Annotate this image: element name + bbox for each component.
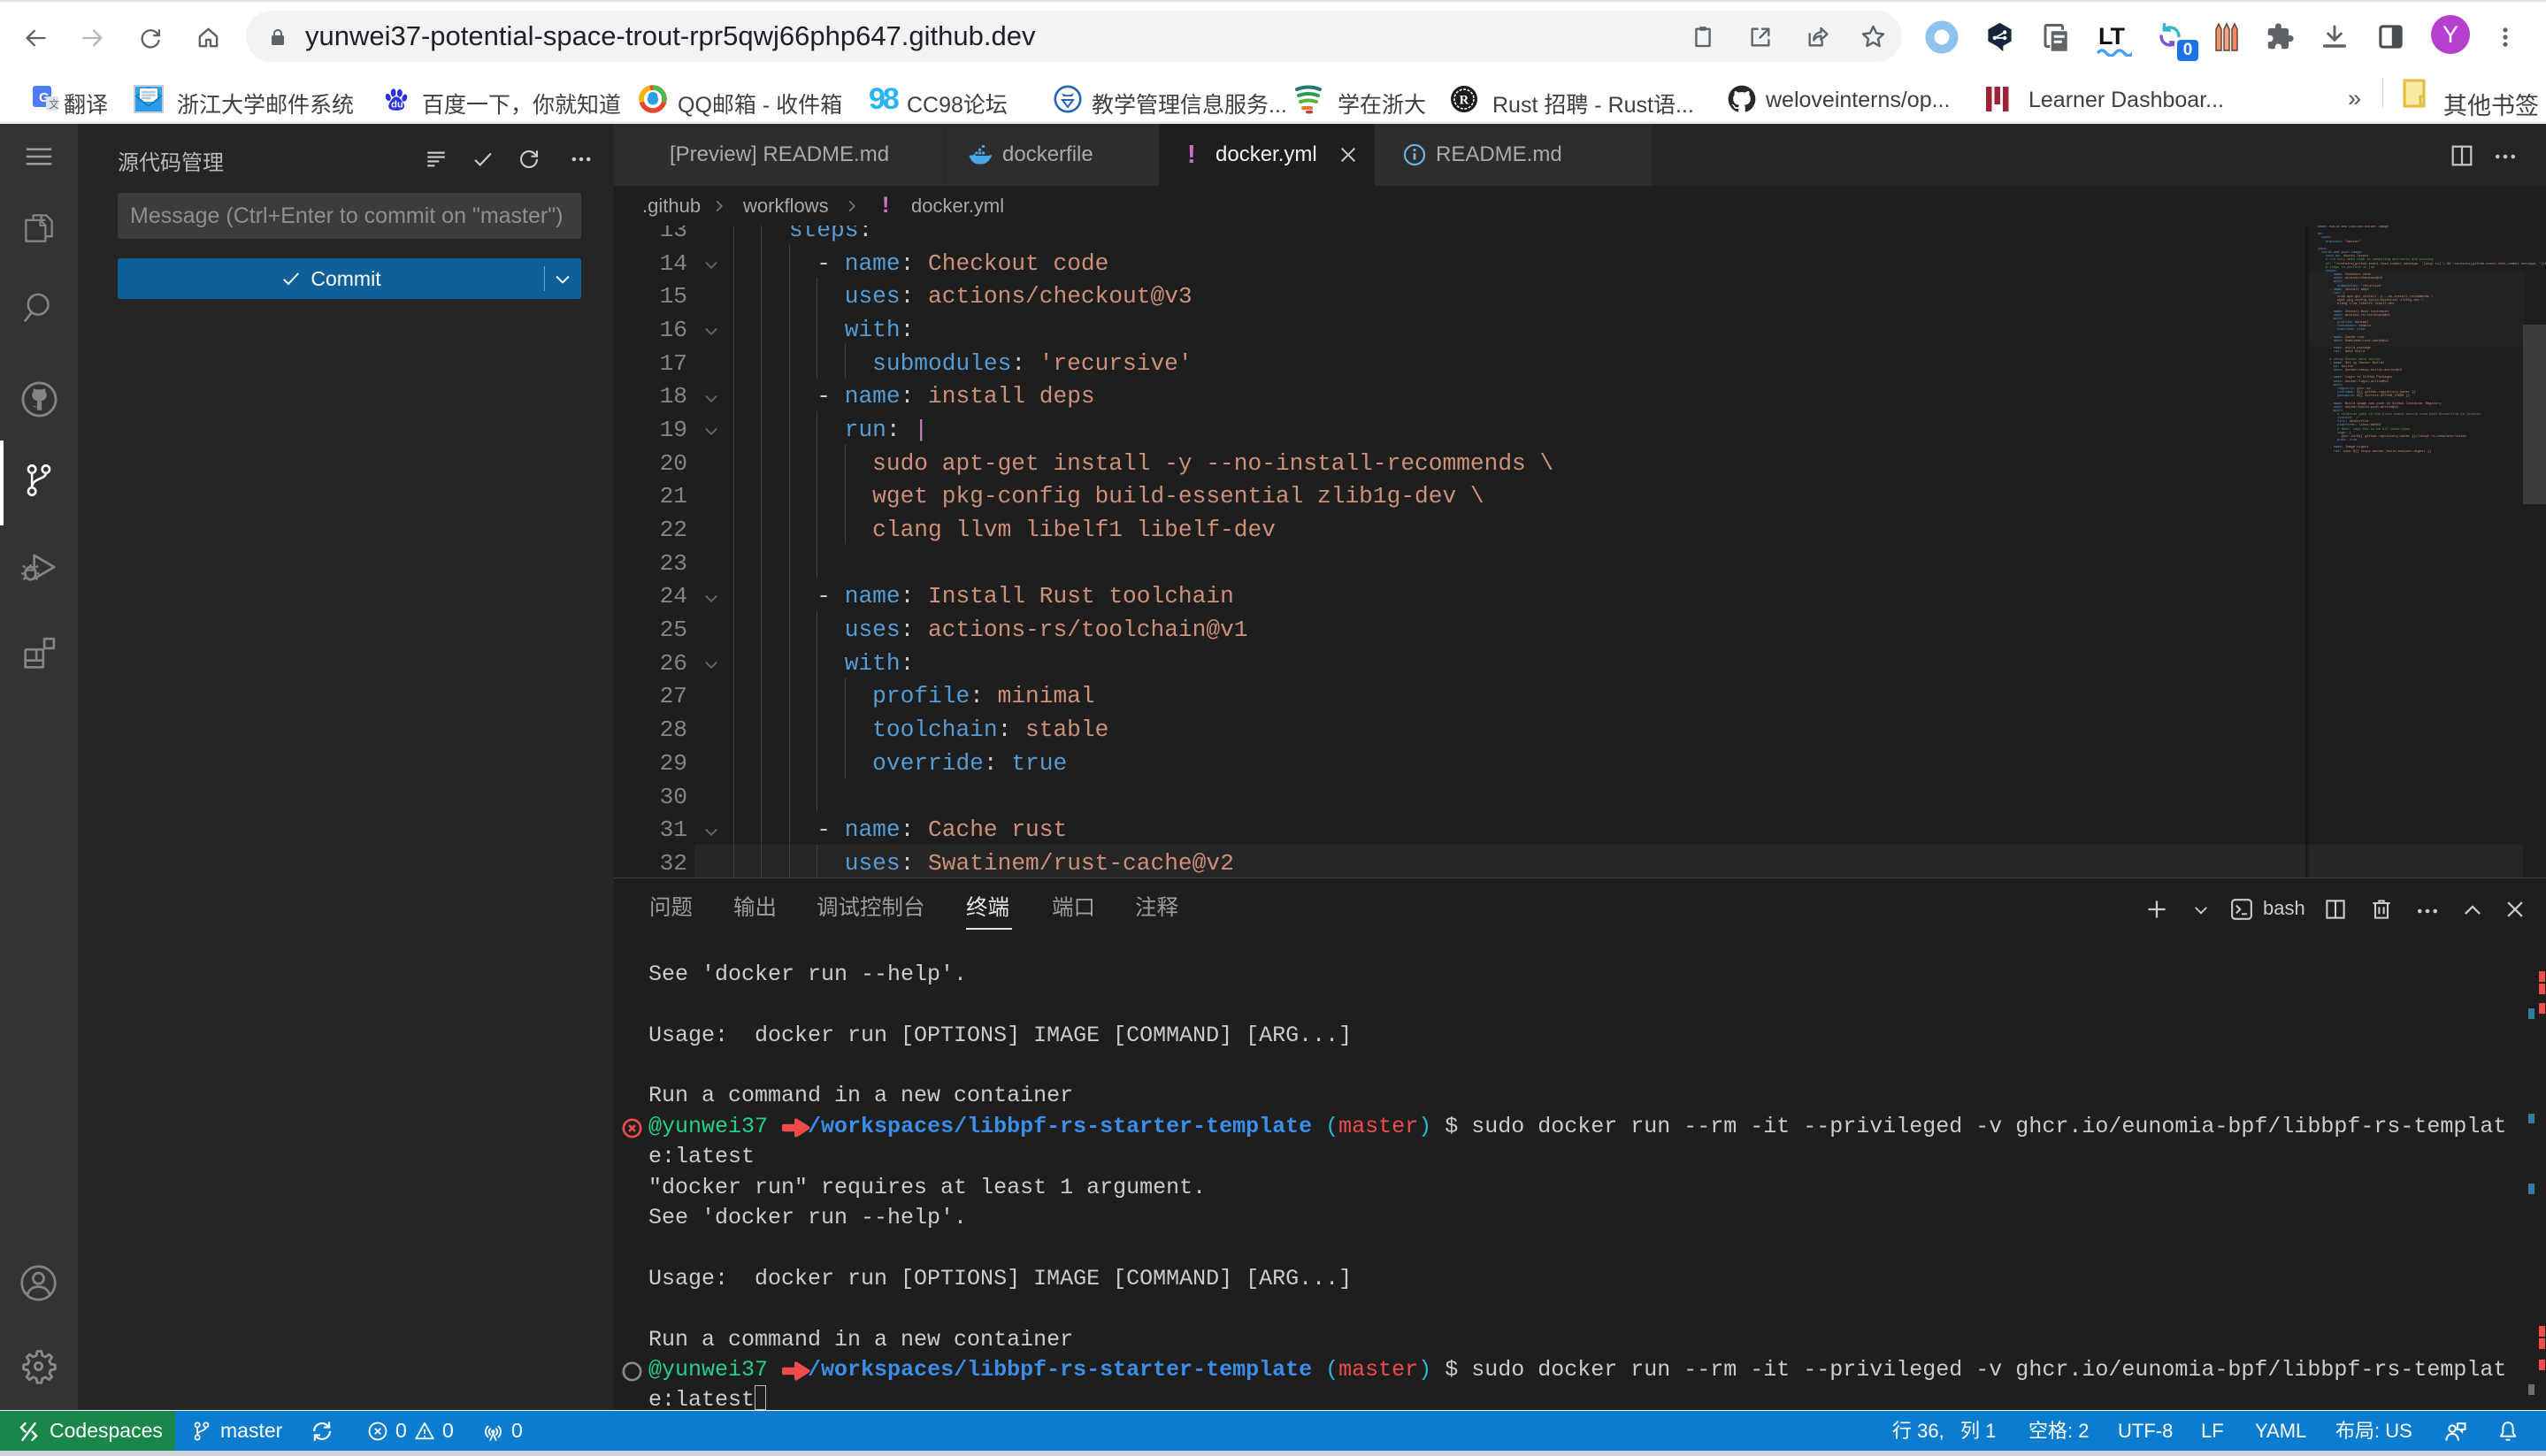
svg-text:R: R (1460, 94, 1469, 108)
svg-text:文: 文 (49, 97, 59, 111)
svg-text:du: du (391, 100, 403, 111)
